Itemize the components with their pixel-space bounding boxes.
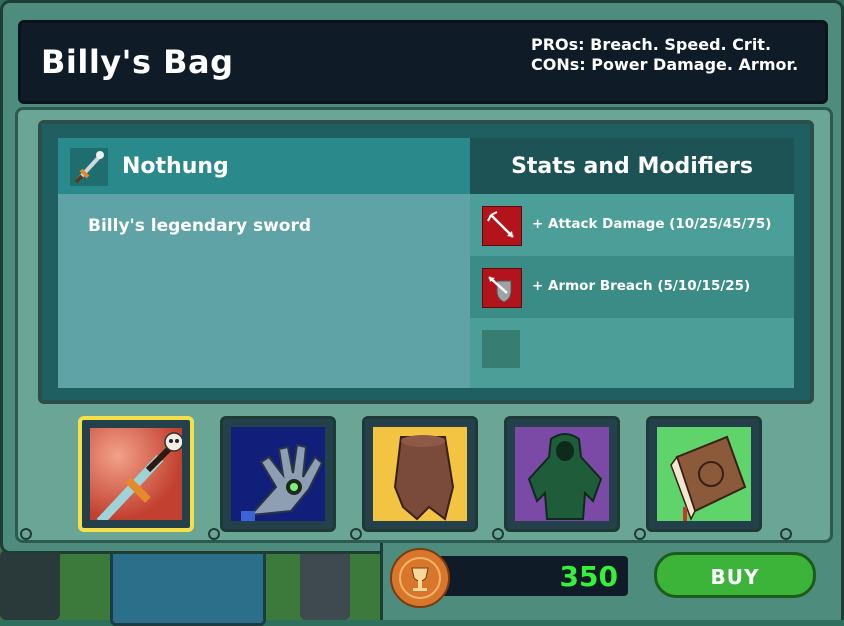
stats-title: Stats and Modifiers bbox=[511, 154, 753, 179]
item-details-panel: Nothung Billy's legendary sword Stats an… bbox=[38, 120, 814, 404]
item-info: Nothung Billy's legendary sword bbox=[58, 138, 470, 388]
header-bar: Billy's Bag PROs: Breach. Speed. Crit. C… bbox=[18, 20, 828, 104]
price-value: 350 bbox=[559, 560, 618, 593]
spellbook-icon bbox=[657, 427, 751, 521]
modifier-row-empty bbox=[470, 318, 794, 388]
item-header: Nothung bbox=[58, 138, 470, 194]
gold-coin-icon bbox=[390, 548, 450, 608]
pros-cons-text: PROs: Breach. Speed. Crit. CONs: Power D… bbox=[531, 35, 799, 74]
rivet-decoration bbox=[350, 528, 362, 540]
cloak-slot[interactable] bbox=[504, 416, 620, 532]
arrow-burst-icon bbox=[482, 206, 522, 246]
modifier-row: + Armor Breach (5/10/15/25) bbox=[470, 256, 794, 318]
rivet-decoration bbox=[780, 528, 792, 540]
item-name: Nothung bbox=[122, 154, 229, 179]
hooded-cloak-icon bbox=[515, 427, 609, 521]
empty-slot-icon bbox=[482, 330, 520, 368]
rivet-decoration bbox=[20, 528, 32, 540]
sword-slot[interactable] bbox=[78, 416, 194, 532]
sword-icon bbox=[90, 428, 182, 520]
modifier-row: + Attack Damage (10/25/45/75) bbox=[470, 194, 794, 256]
page-title: Billy's Bag bbox=[41, 43, 234, 81]
modifier-label: + Armor Breach (5/10/15/25) bbox=[532, 278, 751, 294]
modifier-label: + Attack Damage (10/25/45/75) bbox=[532, 216, 772, 232]
cape-icon bbox=[373, 427, 467, 521]
stats-header: Stats and Modifiers bbox=[470, 138, 794, 194]
background-pipe bbox=[0, 550, 60, 620]
pierced-shield-icon bbox=[482, 268, 522, 308]
buy-button[interactable]: BUY bbox=[654, 552, 816, 598]
sword-icon bbox=[70, 148, 108, 186]
stats-column: Stats and Modifiers + Attack Damage (10/… bbox=[470, 138, 794, 388]
rivet-decoration bbox=[634, 528, 646, 540]
price-display: 350 bbox=[420, 556, 628, 596]
gauntlet-icon bbox=[231, 427, 325, 521]
cape-slot[interactable] bbox=[362, 416, 478, 532]
book-slot[interactable] bbox=[646, 416, 762, 532]
rivet-decoration bbox=[492, 528, 504, 540]
item-description: Billy's legendary sword bbox=[88, 216, 312, 236]
gauntlet-slot[interactable] bbox=[220, 416, 336, 532]
rivet-decoration bbox=[208, 528, 220, 540]
